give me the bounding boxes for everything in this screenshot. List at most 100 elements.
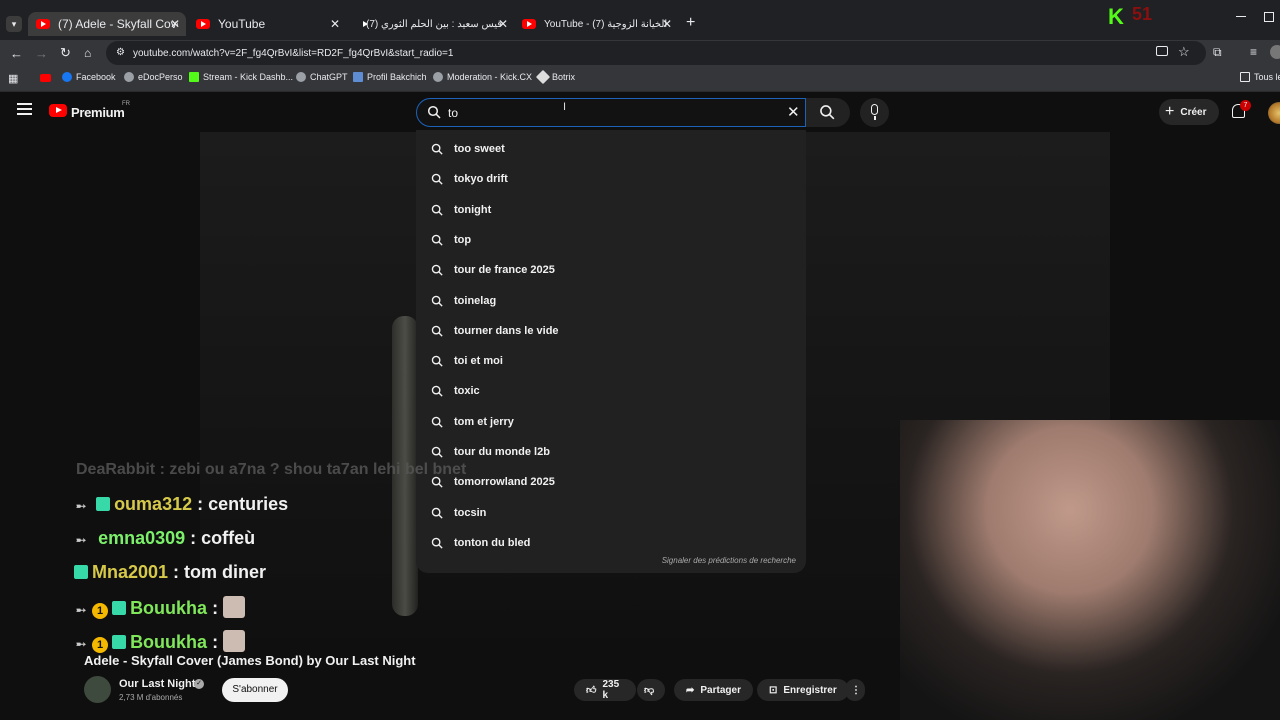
search-suggestion[interactable]: tourner dans le vide xyxy=(416,316,806,346)
search-icon xyxy=(431,264,443,276)
bookmark-star-icon[interactable]: ☆ xyxy=(1178,44,1190,60)
like-button[interactable]: 👍︎ 235 k xyxy=(574,679,636,701)
reading-list-icon[interactable]: ≡ xyxy=(1250,45,1257,59)
search-icon xyxy=(431,234,443,246)
search-suggestion[interactable]: toinelag xyxy=(416,286,806,316)
home-icon[interactable]: ⌂ xyxy=(84,46,91,60)
pin-icon: ➸ xyxy=(76,499,87,513)
apps-grid-icon[interactable]: ▦ xyxy=(8,72,18,85)
search-suggestion[interactable]: top xyxy=(416,225,806,255)
suggestion-text: too sweet xyxy=(454,143,505,155)
close-tab-icon[interactable]: ✕ xyxy=(662,17,672,31)
suggestion-text: tokyo drift xyxy=(454,173,508,186)
pin-icon: ➸ xyxy=(76,637,87,651)
tab-adele[interactable]: (7) Adele - Skyfall Cover (James ✕ xyxy=(28,12,186,36)
youtube-logo-icon[interactable] xyxy=(49,104,67,117)
search-suggestion[interactable]: tomorrowland 2025 xyxy=(416,467,806,497)
install-icon[interactable] xyxy=(1156,46,1168,56)
channel-name[interactable]: Our Last Night xyxy=(119,678,195,690)
suggestion-text: tour de france 2025 xyxy=(454,264,555,277)
plus-icon: + xyxy=(1165,103,1175,120)
botrix-icon xyxy=(535,69,551,85)
subscribe-button[interactable]: S'abonner xyxy=(222,678,288,702)
minimize-button[interactable] xyxy=(1236,16,1246,17)
create-button[interactable]: + Créer xyxy=(1159,99,1219,125)
bookmark-chatgpt[interactable]: ChatGPT xyxy=(296,72,348,82)
bookmark-botrix[interactable]: Botrix xyxy=(535,69,575,85)
maximize-button[interactable] xyxy=(1264,12,1274,22)
youtube-favicon-icon xyxy=(36,19,50,29)
forward-icon[interactable]: → xyxy=(35,46,48,61)
bookmark-kick-stream[interactable]: Stream - Kick Dashb... xyxy=(189,72,293,82)
suggestion-text: toi et moi xyxy=(454,355,503,368)
search-suggestion[interactable]: tonton du bled xyxy=(416,528,806,558)
tab-search-icon[interactable]: ▾ xyxy=(6,16,22,32)
kick-logo-icon: K xyxy=(1108,4,1124,29)
bookmark-edocperso[interactable]: eDocPerso xyxy=(124,72,183,82)
chat-text: tom diner xyxy=(184,562,267,582)
bookmark-facebook[interactable]: Facebook xyxy=(62,72,116,82)
search-icon xyxy=(431,537,443,549)
save-button[interactable]: ⊡ Enregistrer xyxy=(757,679,849,701)
suggestion-text: tocsin xyxy=(454,506,487,519)
more-actions-button[interactable]: ⋮ xyxy=(845,679,865,701)
search-suggestion[interactable]: tom et jerry xyxy=(416,407,806,437)
youtube-premium-logo[interactable]: Premium xyxy=(71,105,125,120)
chat-username: emna0309 xyxy=(98,528,186,548)
bookmark-profil-bakchich[interactable]: Profil Bakchich xyxy=(353,72,427,82)
voice-search-button[interactable] xyxy=(860,98,889,127)
share-button[interactable]: ➦ Partager xyxy=(674,679,753,701)
report-predictions-link[interactable]: Signaler des prédictions de recherche xyxy=(662,556,796,565)
channel-avatar[interactable] xyxy=(84,676,111,703)
document-icon xyxy=(353,72,363,82)
new-tab-button[interactable]: + xyxy=(686,14,695,32)
bookmark-moderation[interactable]: Moderation - Kick.CX xyxy=(433,72,532,82)
search-suggestion[interactable]: toi et moi xyxy=(416,346,806,376)
tab-khiyana[interactable]: YouTube - الخيانة الزوجية (7) ✕ xyxy=(522,12,672,36)
video-title: Adele - Skyfall Cover (James Bond) by Ou… xyxy=(84,653,416,668)
subscriber-badge-icon xyxy=(74,565,88,579)
suggestion-text: tourner dans le vide xyxy=(454,324,559,337)
search-suggestion[interactable]: tonight xyxy=(416,195,806,225)
dislike-button[interactable]: 👎︎ xyxy=(637,679,665,701)
gift-badge-icon: 1 xyxy=(92,637,109,653)
search-suggestion[interactable]: toxic xyxy=(416,376,806,406)
close-tab-icon[interactable]: ✕ xyxy=(330,17,340,31)
close-tab-icon[interactable]: ✕ xyxy=(170,17,180,31)
youtube-favicon-icon xyxy=(196,19,210,29)
reload-icon[interactable]: ↻ xyxy=(60,45,71,61)
youtube-bookmark-icon[interactable] xyxy=(40,74,51,82)
search-suggestion[interactable]: tour de france 2025 xyxy=(416,255,806,285)
search-icon xyxy=(820,105,835,120)
chat-username: Bouukha xyxy=(130,598,208,618)
search-box[interactable] xyxy=(416,98,806,127)
search-icon xyxy=(431,204,443,216)
chat-text: centuries xyxy=(208,494,289,514)
youtube-favicon-icon xyxy=(522,19,536,29)
search-suggestion[interactable]: too sweet xyxy=(416,134,806,164)
search-icon xyxy=(431,174,443,185)
tab-youtube[interactable]: YouTube ✕ xyxy=(196,12,340,36)
all-bookmarks[interactable]: Tous le xyxy=(1240,72,1280,82)
profile-icon[interactable] xyxy=(1270,45,1280,59)
clear-search-icon[interactable]: ✕ xyxy=(787,103,800,121)
chat-message: Mna2001 : tom diner xyxy=(70,562,266,583)
tab-title: YouTube - الخيانة الزوجية (7) xyxy=(544,18,668,30)
chat-username: Mna2001 xyxy=(92,562,169,582)
folder-icon xyxy=(1240,72,1250,82)
tab-kais-saied[interactable]: (7) قيس سعيد : بين الحلم الثوري ✕ xyxy=(358,12,508,36)
site-info-icon[interactable]: ⚙ xyxy=(116,47,125,58)
close-tab-icon[interactable]: ✕ xyxy=(498,17,508,31)
emote-image xyxy=(223,596,246,618)
search-suggestion[interactable]: tokyo drift xyxy=(416,164,806,194)
extensions-icon[interactable]: ⧉ xyxy=(1213,45,1222,60)
menu-icon[interactable] xyxy=(17,103,32,115)
chat-message: ➸ emna0309 : coffeù xyxy=(76,528,256,548)
url-text: youtube.com/watch?v=2F_fg4QrBvI&list=RD2… xyxy=(133,48,454,59)
search-input[interactable]: to xyxy=(448,106,458,120)
back-icon[interactable]: ← xyxy=(10,46,23,61)
more-icon: ⋮ xyxy=(851,684,861,696)
search-suggestion[interactable]: tocsin xyxy=(416,498,806,528)
search-icon xyxy=(431,325,443,337)
search-suggestion[interactable]: tour du monde l2b xyxy=(416,437,806,467)
